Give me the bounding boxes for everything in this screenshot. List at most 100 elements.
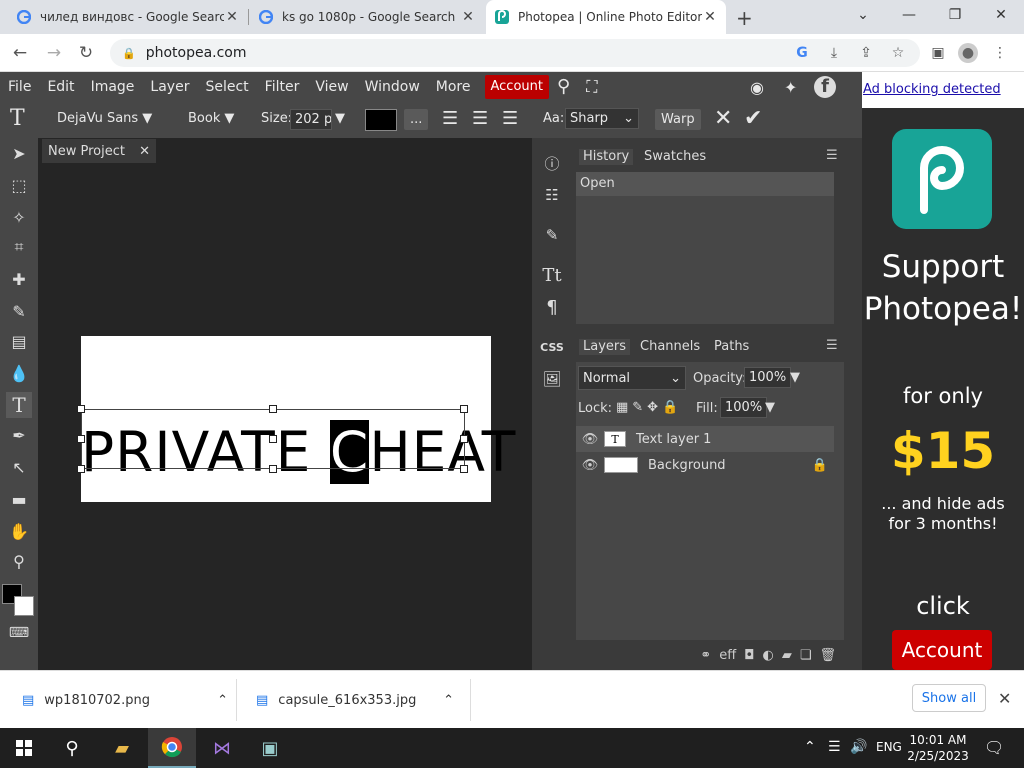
chevron-up-icon[interactable]: ⌃: [217, 693, 228, 708]
brush-settings-icon[interactable]: ✎: [532, 220, 572, 250]
text-color-swatch[interactable]: [365, 109, 397, 131]
font-family-dropdown[interactable]: DejaVu Sans ▼: [57, 111, 152, 126]
transform-handle[interactable]: [269, 405, 277, 413]
show-all-button[interactable]: Show all: [912, 684, 986, 712]
transform-handle[interactable]: [460, 435, 468, 443]
reddit-icon[interactable]: ◉: [750, 78, 764, 97]
align-left-icon[interactable]: ☰: [442, 108, 458, 129]
effects-icon[interactable]: eff: [719, 648, 736, 663]
google-lens-icon[interactable]: G: [792, 43, 812, 63]
new-tab-icon[interactable]: +: [736, 6, 753, 30]
fill-input[interactable]: 100%: [720, 397, 768, 418]
menu-more[interactable]: More: [428, 72, 479, 102]
info-icon[interactable]: ⓘ: [532, 148, 572, 178]
tab-layers[interactable]: Layers: [579, 339, 631, 355]
download-item[interactable]: ▤ capsule_616x353.jpg ⌃: [256, 671, 454, 729]
account-button[interactable]: Account: [484, 75, 549, 99]
transform-handle[interactable]: [77, 465, 85, 473]
window-close-icon[interactable]: ✕: [978, 0, 1024, 30]
history-item[interactable]: Open: [576, 172, 834, 196]
forward-icon[interactable]: →: [42, 41, 66, 65]
panel-menu-icon[interactable]: ☰: [826, 338, 838, 353]
restore-icon[interactable]: ❐: [932, 0, 978, 30]
app-icon[interactable]: ▣: [246, 728, 294, 768]
gradient-tool-icon[interactable]: ▤: [6, 328, 32, 354]
chevron-up-icon[interactable]: ⌃: [804, 739, 816, 755]
lock-icon[interactable]: 🔒: [122, 47, 136, 60]
share-icon[interactable]: ⇪: [856, 43, 876, 63]
opacity-input[interactable]: 100%: [744, 367, 792, 388]
menu-filter[interactable]: Filter: [257, 72, 308, 102]
new-layer-icon[interactable]: ❏: [800, 648, 812, 663]
more-options-button[interactable]: ...: [404, 109, 429, 130]
tab-google-1[interactable]: чилед виндовс - Google Search ✕: [8, 0, 248, 34]
adjustment-layer-icon[interactable]: ◐: [762, 648, 773, 663]
menu-window[interactable]: Window: [357, 72, 428, 102]
language-indicator[interactable]: ENG: [876, 740, 902, 754]
transform-handle[interactable]: [460, 465, 468, 473]
tab-google-2[interactable]: ks go 1080p - Google Search ✕: [250, 0, 484, 34]
chrome-icon[interactable]: [148, 728, 196, 768]
warp-button[interactable]: Warp: [655, 109, 701, 130]
chevron-down-icon[interactable]: ⌄: [840, 0, 886, 30]
minimize-icon[interactable]: —: [886, 0, 932, 30]
menu-file[interactable]: File: [0, 72, 39, 102]
close-icon[interactable]: ✕: [702, 9, 718, 25]
blend-mode-dropdown[interactable]: Normal ⌄: [578, 366, 686, 390]
move-tool-icon[interactable]: ➤: [6, 140, 32, 166]
tab-history[interactable]: History: [579, 149, 634, 165]
lock-options-icon[interactable]: ▦✎✥🔒: [616, 400, 682, 415]
zoom-tool-icon[interactable]: ⚲: [6, 548, 32, 574]
trash-icon[interactable]: 🗑: [819, 648, 836, 663]
install-icon[interactable]: ⤓: [824, 43, 844, 63]
image-icon[interactable]: 🖼: [532, 364, 572, 394]
notifications-icon[interactable]: 🗨: [984, 738, 1004, 757]
reload-icon[interactable]: ↻: [74, 41, 98, 65]
tab-paths[interactable]: Paths: [714, 339, 749, 354]
transform-handle[interactable]: [269, 465, 277, 473]
panel-menu-icon[interactable]: ☰: [826, 148, 838, 163]
menu-image[interactable]: Image: [83, 72, 143, 102]
type-tool-icon[interactable]: T: [6, 392, 32, 418]
text-bounding-box[interactable]: [77, 405, 468, 473]
keyboard-icon[interactable]: ⌨: [6, 620, 32, 646]
chevron-up-icon[interactable]: ⌃: [443, 693, 454, 708]
back-icon[interactable]: ←: [8, 41, 32, 65]
close-icon[interactable]: ✕: [224, 9, 240, 25]
menu-select[interactable]: Select: [197, 72, 256, 102]
menu-layer[interactable]: Layer: [142, 72, 197, 102]
cancel-x-icon[interactable]: ✕: [714, 106, 732, 131]
font-weight-dropdown[interactable]: Book ▼: [188, 111, 234, 126]
layer-row-text[interactable]: 👁 T Text layer 1: [576, 426, 834, 452]
tab-photopea[interactable]: Photopea | Online Photo Editor ✕: [486, 0, 726, 34]
character-icon[interactable]: Tt: [532, 260, 572, 290]
link-icon[interactable]: ⚭: [700, 648, 711, 663]
ad-blocking-link[interactable]: Ad blocking detected: [863, 82, 1001, 97]
css-icon[interactable]: CSS: [532, 332, 572, 362]
font-size-input[interactable]: 202 p: [290, 109, 332, 130]
menu-view[interactable]: View: [307, 72, 356, 102]
crop-tool-icon[interactable]: ⌗: [6, 234, 32, 260]
healing-tool-icon[interactable]: ✚: [6, 266, 32, 292]
search-icon[interactable]: ⚲: [48, 728, 96, 768]
search-icon[interactable]: ⚲: [549, 72, 578, 102]
caret-icon[interactable]: ▼: [765, 400, 775, 415]
align-center-icon[interactable]: ☰: [472, 108, 488, 129]
twitter-icon[interactable]: ✦: [784, 78, 797, 97]
clock[interactable]: 10:01 AM 2/25/2023: [906, 732, 970, 764]
text-tool-icon[interactable]: T: [10, 106, 25, 131]
pen-tool-icon[interactable]: ✒: [6, 422, 32, 448]
file-explorer-icon[interactable]: ▰: [98, 728, 146, 768]
transform-handle[interactable]: [269, 435, 277, 443]
align-right-icon[interactable]: ☰: [502, 108, 518, 129]
transform-handle[interactable]: [460, 405, 468, 413]
layer-row-background[interactable]: 👁 Background 🔒: [576, 452, 834, 478]
hand-tool-icon[interactable]: ✋: [6, 518, 32, 544]
caret-icon[interactable]: ▼: [790, 370, 800, 385]
document-tab[interactable]: New Project ✕: [42, 139, 156, 163]
paragraph-icon[interactable]: ¶: [532, 292, 572, 322]
background-color-swatch[interactable]: [14, 596, 34, 616]
sidepanel-icon[interactable]: ▣: [928, 43, 948, 63]
eye-icon[interactable]: 👁: [576, 432, 604, 447]
transform-handle[interactable]: [77, 405, 85, 413]
